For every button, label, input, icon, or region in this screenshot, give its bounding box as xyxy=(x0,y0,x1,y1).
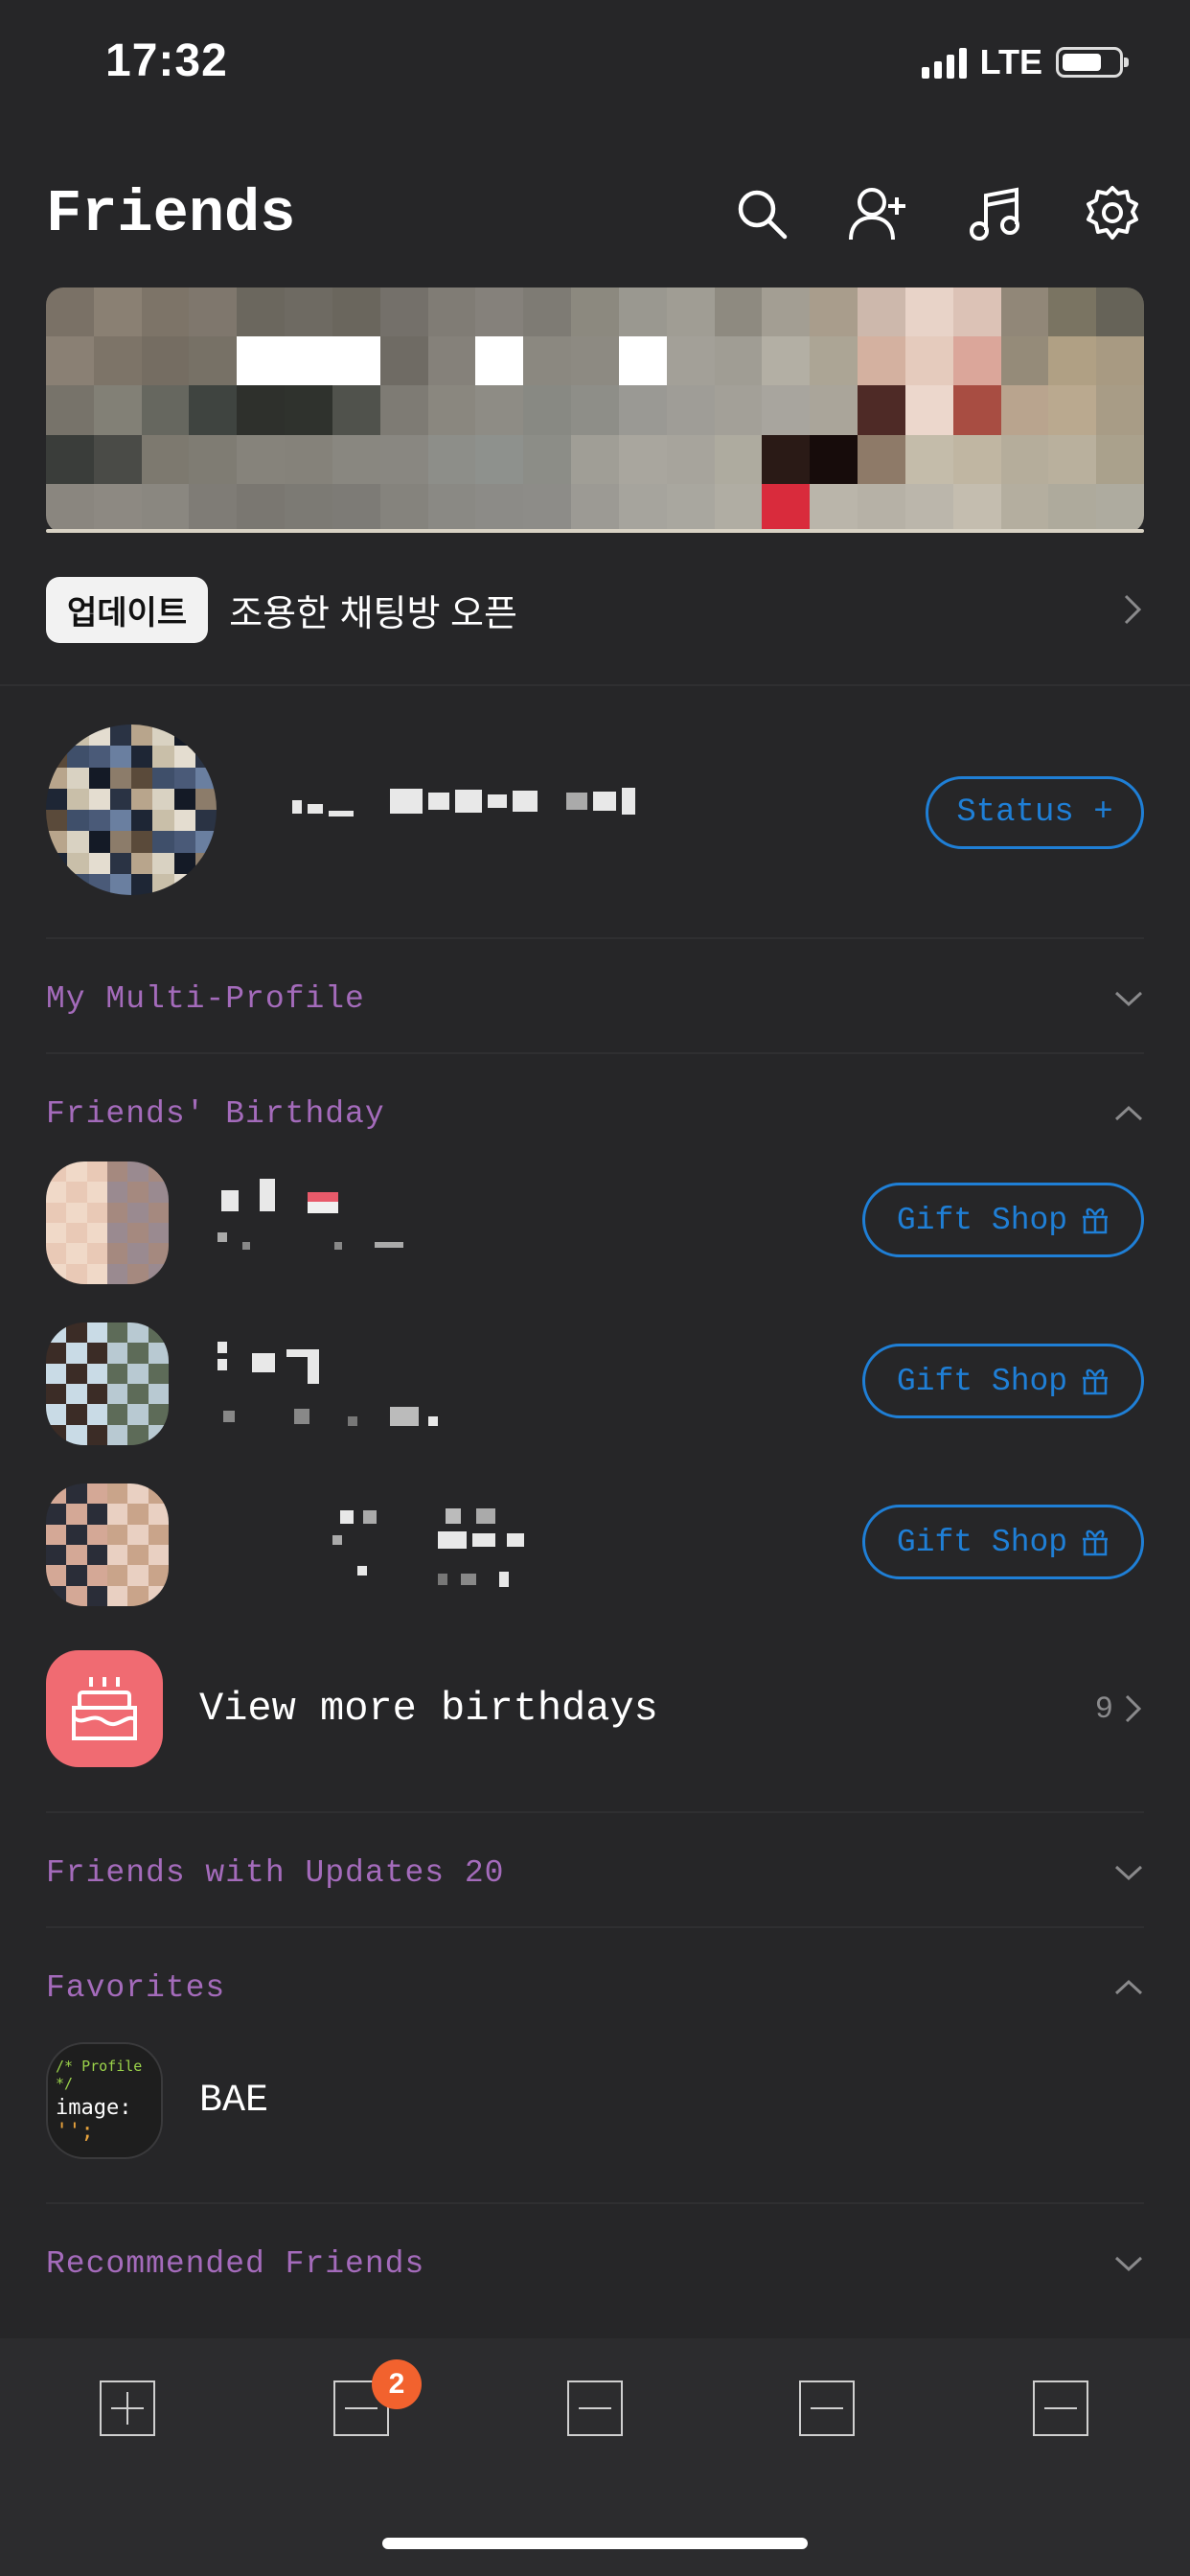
gift-icon xyxy=(1083,1530,1109,1556)
favorite-friend-row[interactable]: /* Profile */ image: ''; BAE xyxy=(46,2041,1144,2160)
section-multi-profile[interactable]: My Multi-Profile xyxy=(46,970,1144,1027)
birthday-friend-row[interactable]: Gift Shop xyxy=(46,1484,1144,1608)
chevron-up-icon xyxy=(1114,1105,1143,1121)
divider xyxy=(46,2202,1144,2204)
favorite-avatar: /* Profile */ image: ''; xyxy=(46,2042,163,2159)
divider xyxy=(46,937,1144,939)
signal-icon xyxy=(921,46,967,79)
section-label: Friends with Updates 20 xyxy=(46,1854,505,1891)
status-button[interactable]: Status + xyxy=(926,776,1144,849)
cake-icon xyxy=(46,1650,163,1767)
avatar-code-comment: /* Profile */ xyxy=(56,2058,143,2092)
section-label: Recommended Friends xyxy=(46,2245,425,2282)
settings-icon[interactable] xyxy=(1081,182,1144,245)
update-text: 조용한 채팅방 오픈 xyxy=(229,593,517,634)
my-profile-avatar[interactable] xyxy=(46,724,217,895)
page-title: Friends xyxy=(46,180,296,248)
friend-name xyxy=(214,1336,654,1432)
divider xyxy=(46,1811,1144,1813)
update-badge: 업데이트 xyxy=(46,576,209,643)
view-more-label: View more birthdays xyxy=(199,1686,658,1732)
gift-shop-button[interactable]: Gift Shop xyxy=(862,1344,1144,1418)
friend-avatar xyxy=(46,1322,169,1445)
friend-name xyxy=(214,1175,654,1271)
promo-banner-image[interactable] xyxy=(46,288,1144,533)
tab-view[interactable] xyxy=(567,2380,623,2436)
friend-name xyxy=(214,1497,654,1593)
chevron-right-icon xyxy=(1125,1694,1142,1723)
battery-icon xyxy=(1056,47,1129,78)
section-label: My Multi-Profile xyxy=(46,980,365,1017)
divider xyxy=(46,1052,1144,1054)
avatar-code-line: image: ''; xyxy=(56,2096,132,2144)
add-friend-icon[interactable] xyxy=(847,182,910,245)
gift-shop-label: Gift Shop xyxy=(896,1524,1068,1560)
my-profile-name[interactable] xyxy=(292,786,635,816)
birthday-friend-row[interactable]: Gift Shop xyxy=(46,1162,1144,1286)
search-icon[interactable] xyxy=(730,182,793,245)
gift-icon xyxy=(1083,1208,1109,1234)
banner-progress xyxy=(46,529,1144,533)
friend-avatar xyxy=(46,1162,169,1284)
unread-badge: 2 xyxy=(372,2359,422,2409)
gift-shop-label: Gift Shop xyxy=(896,1202,1068,1238)
view-more-birthdays[interactable]: View more birthdays 9 xyxy=(46,1650,1144,1767)
tab-more[interactable] xyxy=(1033,2380,1088,2436)
music-icon[interactable] xyxy=(964,182,1027,245)
section-updates[interactable]: Friends with Updates 20 xyxy=(46,1844,1144,1901)
divider xyxy=(0,684,1190,686)
tab-shopping[interactable] xyxy=(799,2380,855,2436)
section-label: Favorites xyxy=(46,1969,226,2006)
home-indicator xyxy=(382,2538,808,2549)
section-birthday[interactable]: Friends' Birthday xyxy=(46,1085,1144,1142)
gift-shop-button[interactable]: Gift Shop xyxy=(862,1505,1144,1579)
divider xyxy=(46,1926,1144,1928)
status-time: 17:32 xyxy=(105,35,228,86)
tab-friends[interactable] xyxy=(100,2380,155,2436)
chevron-right-icon xyxy=(1124,594,1142,625)
header-actions xyxy=(730,182,1144,245)
gift-shop-button[interactable]: Gift Shop xyxy=(862,1183,1144,1257)
chevron-down-icon xyxy=(1114,991,1143,1007)
birthday-count: 9 xyxy=(1094,1690,1113,1727)
network-label: LTE xyxy=(979,42,1042,81)
update-notice[interactable]: 업데이트 조용한 채팅방 오픈 xyxy=(46,575,1144,644)
chevron-up-icon xyxy=(1114,1979,1143,1995)
chevron-down-icon xyxy=(1114,1865,1143,1881)
section-label: Friends' Birthday xyxy=(46,1095,385,1132)
favorite-name: BAE xyxy=(199,2079,269,2123)
gift-icon xyxy=(1083,1368,1109,1395)
section-recommended[interactable]: Recommended Friends xyxy=(46,2235,1144,2292)
section-favorites[interactable]: Favorites xyxy=(46,1959,1144,2016)
chevron-down-icon xyxy=(1114,2256,1143,2272)
status-indicators: LTE xyxy=(921,42,1129,82)
gift-shop-label: Gift Shop xyxy=(896,1363,1068,1399)
birthday-friend-row[interactable]: Gift Shop xyxy=(46,1322,1144,1447)
friend-avatar xyxy=(46,1484,169,1606)
